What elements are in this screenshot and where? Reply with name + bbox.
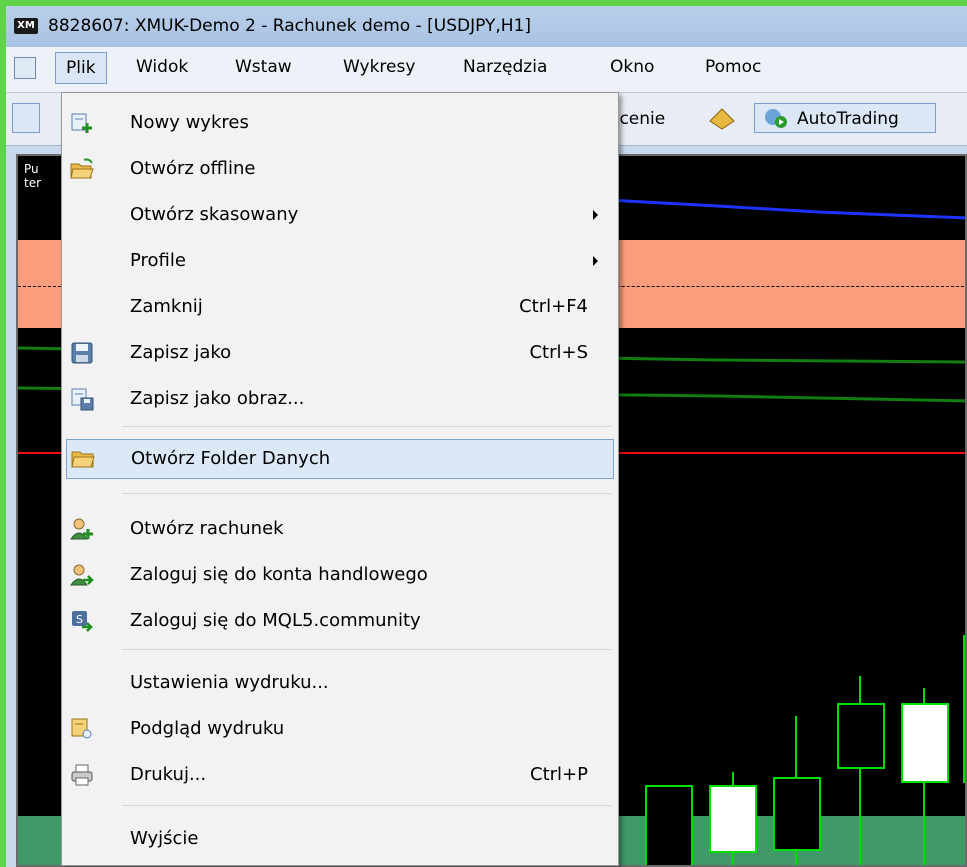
mql5-login-icon: S: [72, 611, 93, 632]
autotrading-button[interactable]: AutoTrading: [754, 103, 936, 133]
menu-label: Zapisz jako: [130, 342, 232, 363]
menu-item-podglad-wydruku[interactable]: Podgląd wydruku: [62, 709, 618, 749]
signals-icon[interactable]: [708, 107, 736, 131]
xm-logo-icon: XM: [14, 18, 38, 34]
menu-shortcut: Ctrl+P: [530, 764, 588, 785]
print-preview-icon: [71, 718, 92, 739]
menu-item-zaloguj-mql5[interactable]: S Zaloguj się do MQL5.community: [62, 601, 618, 641]
menu-item-profile[interactable]: Profile: [62, 241, 618, 281]
menu-item-zaloguj-konto[interactable]: Zaloguj się do konta handlowego: [62, 555, 618, 595]
autotrading-icon: [765, 109, 787, 128]
menu-label: Nowy wykres: [130, 112, 249, 133]
submenu-arrow-icon: [593, 210, 598, 220]
candle-3: [773, 777, 821, 851]
menu-plik[interactable]: Plik: [55, 52, 107, 84]
menu-label: Ustawienia wydruku...: [130, 672, 329, 693]
menu-pomoc[interactable]: Pomoc: [705, 57, 761, 77]
menu-shortcut: Ctrl+F4: [519, 296, 588, 317]
menu-separator: [122, 649, 612, 650]
app-window: XM 8828607: XMUK-Demo 2 - Rachunek demo …: [6, 6, 967, 867]
menu-item-zamknij[interactable]: Zamknij Ctrl+F4: [62, 287, 618, 327]
menu-label: Zaloguj się do konta handlowego: [130, 564, 428, 585]
menu-label: Zapisz jako obraz...: [130, 388, 305, 409]
menu-okno[interactable]: Okno: [610, 57, 654, 77]
menu-item-otworz-skasowany[interactable]: Otwórz skasowany: [62, 195, 618, 235]
candle-1: [645, 785, 693, 865]
autotrading-label: AutoTrading: [797, 109, 899, 129]
menu-label: Zamknij: [130, 296, 203, 317]
menu-item-otworz-rachunek[interactable]: Otwórz rachunek: [62, 509, 618, 549]
folder-icon: [71, 451, 95, 468]
menu-item-otworz-offline[interactable]: Otwórz offline: [62, 149, 618, 189]
candle-2: [709, 785, 757, 853]
menu-label: Wyjście: [130, 828, 199, 849]
menu-item-zapisz-jako-obraz[interactable]: Zapisz jako obraz...: [62, 379, 618, 419]
menu-narzedzia[interactable]: Narzędzia: [463, 57, 547, 77]
menu-label: Otwórz skasowany: [130, 204, 299, 225]
menu-widok[interactable]: Widok: [136, 57, 188, 77]
user-login-icon: [70, 564, 94, 586]
save-disk-icon: [71, 342, 93, 364]
menu-label: Zaloguj się do MQL5.community: [130, 610, 421, 631]
svg-text:S: S: [76, 613, 83, 626]
menu-item-ustawienia-wydruku[interactable]: Ustawienia wydruku...: [62, 663, 618, 703]
candle-4: [837, 703, 885, 769]
window-title: 8828607: XMUK-Demo 2 - Rachunek demo - […: [48, 16, 532, 36]
submenu-arrow-icon: [593, 256, 598, 266]
menu-label: Otwórz offline: [130, 158, 256, 179]
file-menu-dropdown: Nowy wykres Otwórz offline Otwórz skasow…: [61, 92, 619, 866]
menu-label: Podgląd wydruku: [130, 718, 285, 739]
save-picture-icon: [71, 388, 94, 411]
menu-bar: Plik Widok Wstaw Wykresy Narzędzia Okno …: [6, 47, 967, 93]
menu-label: Otwórz rachunek: [130, 518, 284, 539]
open-folder-icon: [70, 158, 94, 179]
chart-window-icon[interactable]: [14, 57, 36, 79]
menu-item-drukuj[interactable]: Drukuj... Ctrl+P: [62, 755, 618, 795]
menu-separator: [122, 426, 612, 427]
menu-label: Drukuj...: [130, 764, 207, 785]
menu-item-nowy-wykres[interactable]: Nowy wykres: [62, 103, 618, 143]
user-add-icon: [70, 518, 93, 540]
menu-item-zapisz-jako[interactable]: Zapisz jako Ctrl+S: [62, 333, 618, 373]
menu-label: Otwórz Folder Danych: [131, 448, 331, 469]
menu-label: Profile: [130, 250, 186, 271]
blue-ma-line: [607, 198, 965, 220]
title-bar[interactable]: XM 8828607: XMUK-Demo 2 - Rachunek demo …: [6, 6, 967, 47]
new-chart-toolbar-button[interactable]: [12, 103, 40, 133]
candle-5: [901, 703, 949, 783]
menu-separator: [122, 805, 612, 806]
menu-wstaw[interactable]: Wstaw: [235, 57, 292, 77]
menu-separator: [122, 493, 612, 494]
menu-item-wyjscie[interactable]: Wyjście: [62, 819, 618, 859]
new-chart-icon: [71, 113, 92, 133]
printer-icon: [71, 764, 93, 786]
menu-shortcut: Ctrl+S: [529, 342, 588, 363]
menu-wykresy[interactable]: Wykresy: [343, 57, 415, 77]
menu-item-otworz-folder-danych[interactable]: Otwórz Folder Danych: [66, 439, 614, 479]
